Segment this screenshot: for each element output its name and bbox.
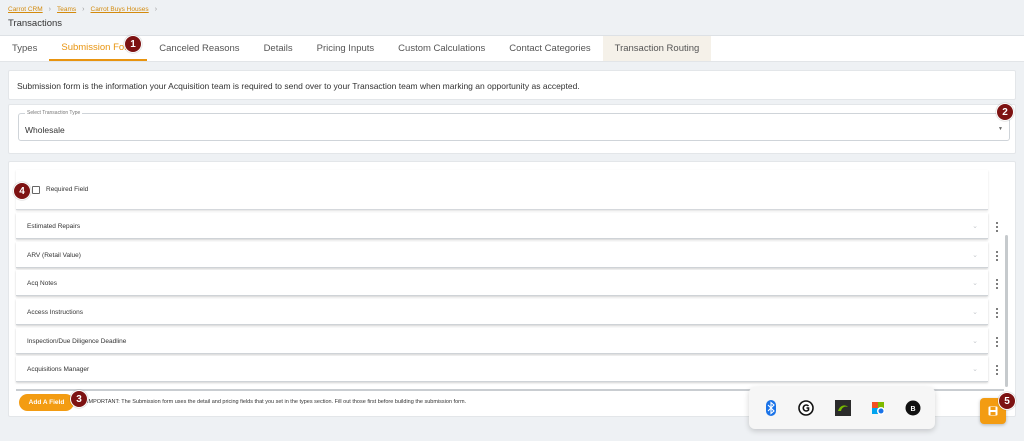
tab-transaction-routing[interactable]: Transaction Routing — [602, 36, 712, 61]
bluetooth-icon[interactable] — [763, 400, 779, 416]
chevron-down-icon: ⌄ — [972, 252, 978, 259]
breadcrumb-carrot-crm[interactable]: Carrot CRM — [8, 6, 43, 13]
more-options-icon[interactable] — [994, 221, 1000, 233]
callout-2: 2 — [996, 103, 1014, 121]
app-icon[interactable]: B — [905, 400, 921, 416]
tab-canceled-reasons[interactable]: Canceled Reasons — [147, 36, 251, 61]
chevron-down-icon: ⌄ — [972, 338, 978, 345]
add-field-button[interactable]: Add A Field — [19, 394, 74, 411]
onedrive-icon[interactable] — [870, 400, 886, 416]
chevron-down-icon: ⌄ — [972, 366, 978, 373]
field-row-acquisitions-manager[interactable]: Acquisitions Manager ⌄ — [16, 356, 988, 382]
system-tray-popup: B — [749, 387, 935, 429]
description-text: Submission form is the information your … — [17, 81, 580, 91]
chevron-down-icon: ⌄ — [972, 223, 978, 230]
field-label: Inspection/Due Diligence Deadline — [27, 338, 127, 345]
breadcrumb-separator: › — [82, 6, 85, 13]
field-label: ARV (Retail Value) — [27, 252, 81, 259]
more-options-icon[interactable] — [994, 307, 1000, 319]
tab-bar: Types Submission Form Canceled Reasons D… — [0, 36, 1024, 62]
field-label: Acquisitions Manager — [27, 366, 90, 373]
callout-4: 4 — [13, 182, 31, 200]
chevron-down-icon: ⌄ — [972, 280, 978, 287]
transaction-type-value: Wholesale — [25, 125, 65, 135]
transaction-type-panel: Select Transaction Type Wholesale ▼ — [8, 104, 1016, 154]
required-field-row: Required Field — [16, 170, 988, 210]
fields-scrollbar[interactable] — [1005, 235, 1008, 387]
breadcrumb-separator: › — [48, 6, 52, 13]
required-field-label: Required Field — [46, 186, 89, 193]
callout-5: 5 — [998, 392, 1016, 410]
more-options-icon[interactable] — [994, 278, 1000, 290]
field-row-access-instructions[interactable]: Access Instructions ⌄ — [16, 299, 988, 325]
top-bar: Carrot CRM › Teams › Carrot Buys Houses … — [0, 0, 1024, 36]
transaction-type-select[interactable]: Select Transaction Type Wholesale ▼ — [18, 110, 1010, 141]
important-note: IMPORTANT: The Submission form uses the … — [87, 399, 467, 405]
field-row-estimated-repairs[interactable]: Estimated Repairs ⌄ — [16, 213, 988, 239]
more-options-icon[interactable] — [994, 336, 1000, 348]
tab-types[interactable]: Types — [0, 36, 49, 61]
grammarly-icon[interactable] — [798, 400, 814, 416]
tab-pricing-inputs[interactable]: Pricing Inputs — [305, 36, 387, 61]
more-options-icon[interactable] — [994, 250, 1000, 262]
description-panel: Submission form is the information your … — [8, 70, 1016, 100]
tab-custom-calculations[interactable]: Custom Calculations — [386, 36, 497, 61]
callout-1: 1 — [124, 35, 142, 53]
field-row-arv[interactable]: ARV (Retail Value) ⌄ — [16, 242, 988, 268]
tab-contact-categories[interactable]: Contact Categories — [497, 36, 602, 61]
field-row-inspection-deadline[interactable]: Inspection/Due Diligence Deadline ⌄ — [16, 328, 988, 354]
floppy-disk-icon — [988, 406, 998, 416]
page-title: Transactions — [8, 18, 63, 29]
callout-3: 3 — [70, 390, 88, 408]
transaction-type-label: Select Transaction Type — [25, 110, 83, 116]
chevron-down-icon: ⌄ — [972, 309, 978, 316]
svg-text:B: B — [910, 406, 915, 413]
nvidia-icon[interactable] — [835, 400, 851, 416]
breadcrumb-carrot-buys-houses[interactable]: Carrot Buys Houses — [91, 6, 149, 13]
field-label: Access Instructions — [27, 309, 83, 316]
field-label: Estimated Repairs — [27, 223, 81, 230]
more-options-icon[interactable] — [994, 364, 1000, 376]
field-row-acq-notes[interactable]: Acq Notes ⌄ — [16, 270, 988, 296]
dropdown-arrow-icon: ▼ — [998, 126, 1003, 132]
tab-details[interactable]: Details — [252, 36, 305, 61]
breadcrumb-teams[interactable]: Teams — [57, 6, 76, 13]
field-label: Acq Notes — [27, 280, 57, 287]
breadcrumb: Carrot CRM › Teams › Carrot Buys Houses … — [8, 6, 157, 13]
required-field-checkbox[interactable] — [32, 186, 40, 194]
breadcrumb-separator: › — [154, 6, 158, 13]
